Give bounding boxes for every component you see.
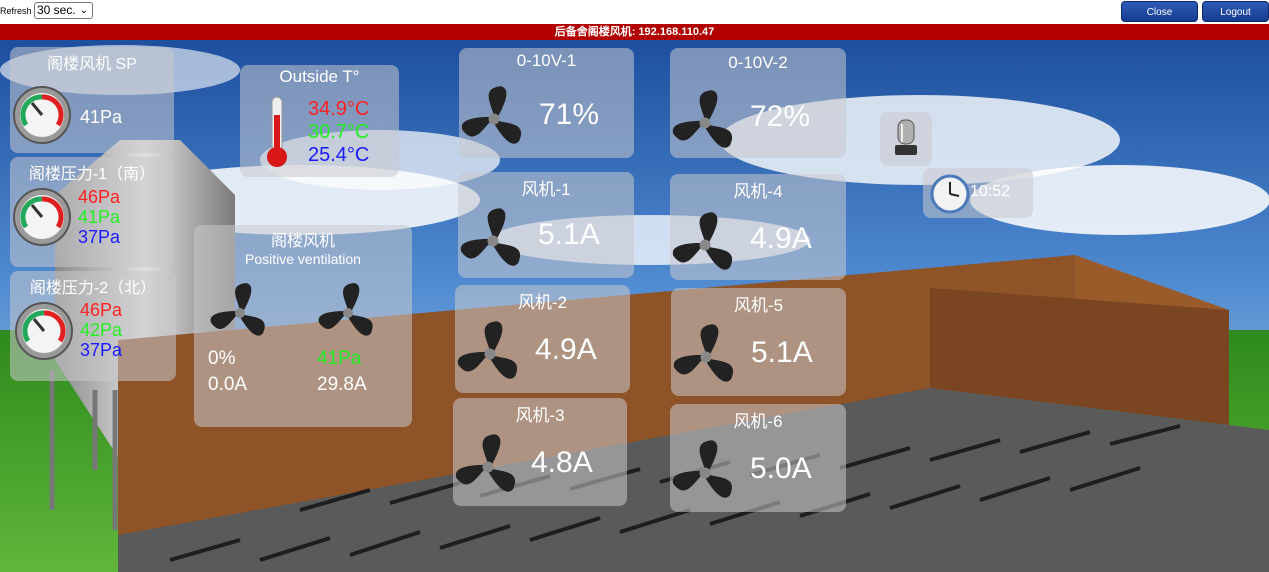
logout-button[interactable]: Logout — [1202, 1, 1269, 22]
attic-fan1-percent: 0% — [208, 348, 236, 369]
fan2-panel: 风机-2 4.9A — [455, 285, 630, 393]
page-title: 后备舍阁楼风机: 192.168.110.47 — [0, 24, 1269, 40]
fan1-value: 5.1A — [538, 218, 600, 251]
fan-icon[interactable] — [453, 432, 523, 502]
fan3-title: 风机-3 — [515, 406, 565, 425]
fan-icon[interactable] — [458, 206, 528, 276]
pressure2-current: 42Pa — [80, 320, 123, 340]
fan-icon[interactable] — [208, 281, 272, 345]
barn-background — [0, 40, 1269, 572]
fan-icon[interactable] — [455, 319, 525, 389]
fan-icon[interactable] — [670, 210, 740, 280]
v2-title: 0-10V-2 — [728, 53, 788, 72]
fan6-panel: 风机-6 5.0A — [670, 404, 846, 512]
fan3-panel: 风机-3 4.8A — [453, 398, 627, 506]
v1-panel: 0-10V-1 71% — [459, 48, 634, 158]
fan4-value: 4.9A — [750, 222, 812, 255]
pressure2-title: 阁楼压力-2（北） — [29, 280, 157, 297]
fan1-title: 风机-1 — [521, 180, 571, 199]
refresh-label: Refresh — [0, 6, 32, 16]
gauge-icon[interactable] — [12, 187, 72, 247]
fan2-title: 风机-2 — [517, 293, 568, 312]
chevron-down-icon: ⌄ — [79, 5, 88, 16]
clock-time: 10:52 — [970, 183, 1011, 200]
fan1-panel: 风机-1 5.1A — [458, 172, 634, 278]
clock-icon — [930, 174, 970, 214]
v1-title: 0-10V-1 — [516, 51, 577, 70]
pressure2-min: 37Pa — [80, 340, 123, 360]
fan6-value: 5.0A — [750, 452, 812, 485]
outside-min: 25.4°C — [308, 144, 370, 166]
v2-panel: 0-10V-2 72% — [670, 48, 846, 158]
thermometer-icon — [267, 96, 287, 167]
fan2-value: 4.9A — [535, 333, 597, 366]
alarm-beacon-icon[interactable] — [893, 118, 919, 158]
fan6-title: 风机-6 — [733, 412, 783, 431]
attic-fan-title: 阁楼风机 — [270, 233, 335, 250]
gauge-icon[interactable] — [12, 85, 72, 145]
pressure2-panel: 阁楼压力-2（北） 46Pa 42Pa 37Pa — [10, 271, 176, 381]
sp-value: 41Pa — [80, 107, 123, 127]
attic-fan-subtitle: Positive ventilation — [245, 251, 361, 267]
fan-icon[interactable] — [671, 322, 741, 392]
pressure1-title: 阁楼压力-1（南） — [28, 166, 156, 183]
sp-panel: 阁楼风机 SP 41Pa — [10, 47, 174, 153]
gauge-icon[interactable] — [14, 301, 74, 361]
pressure1-current: 41Pa — [78, 207, 121, 227]
refresh-select-value: 30 sec. — [37, 3, 76, 17]
pressure1-max: 46Pa — [78, 187, 121, 207]
outside-temp-panel: Outside T° 34.9°C 30.7°C 25.4°C — [240, 65, 399, 177]
fan-icon[interactable] — [316, 281, 380, 345]
pressure1-min: 37Pa — [78, 227, 121, 247]
v2-value: 72% — [750, 100, 811, 133]
attic-fan2-pressure: 41Pa — [317, 348, 362, 369]
outside-max: 34.9°C — [308, 98, 370, 120]
attic-fan-panel: 阁楼风机 Positive ventilation 0% 0.0A 41Pa 2… — [194, 225, 412, 427]
outside-current: 30.7°C — [308, 121, 370, 143]
outside-title: Outside T° — [279, 67, 360, 86]
toolbar: Refresh 30 sec. ⌄ Close Logout — [0, 0, 1269, 24]
attic-fan2-current: 29.8A — [317, 374, 367, 395]
fan5-panel: 风机-5 5.1A — [671, 288, 846, 396]
v1-value: 71% — [539, 98, 600, 131]
fan3-value: 4.8A — [531, 446, 593, 479]
fan5-title: 风机-5 — [733, 296, 784, 315]
clock-panel: 10:52 — [923, 168, 1033, 218]
barn-scene: 阁楼风机 SP 41Pa 阁楼压力-1（南） 46Pa 41Pa 37Pa 阁楼… — [0, 40, 1269, 572]
sp-title: 阁楼风机 SP — [47, 56, 137, 73]
pressure1-panel: 阁楼压力-1（南） 46Pa 41Pa 37Pa — [10, 157, 174, 267]
pressure2-max: 46Pa — [80, 300, 123, 320]
fan4-panel: 风机-4 4.9A — [670, 174, 846, 280]
fan-icon[interactable] — [670, 438, 740, 508]
fan4-title: 风机-4 — [733, 182, 783, 201]
fan-icon[interactable] — [670, 88, 740, 158]
refresh-select[interactable]: 30 sec. ⌄ — [34, 2, 93, 19]
fan-icon[interactable] — [459, 84, 529, 154]
fan5-value: 5.1A — [751, 336, 813, 369]
alarm-panel — [880, 112, 932, 166]
attic-fan1-current: 0.0A — [208, 374, 248, 395]
close-button[interactable]: Close — [1121, 1, 1198, 22]
